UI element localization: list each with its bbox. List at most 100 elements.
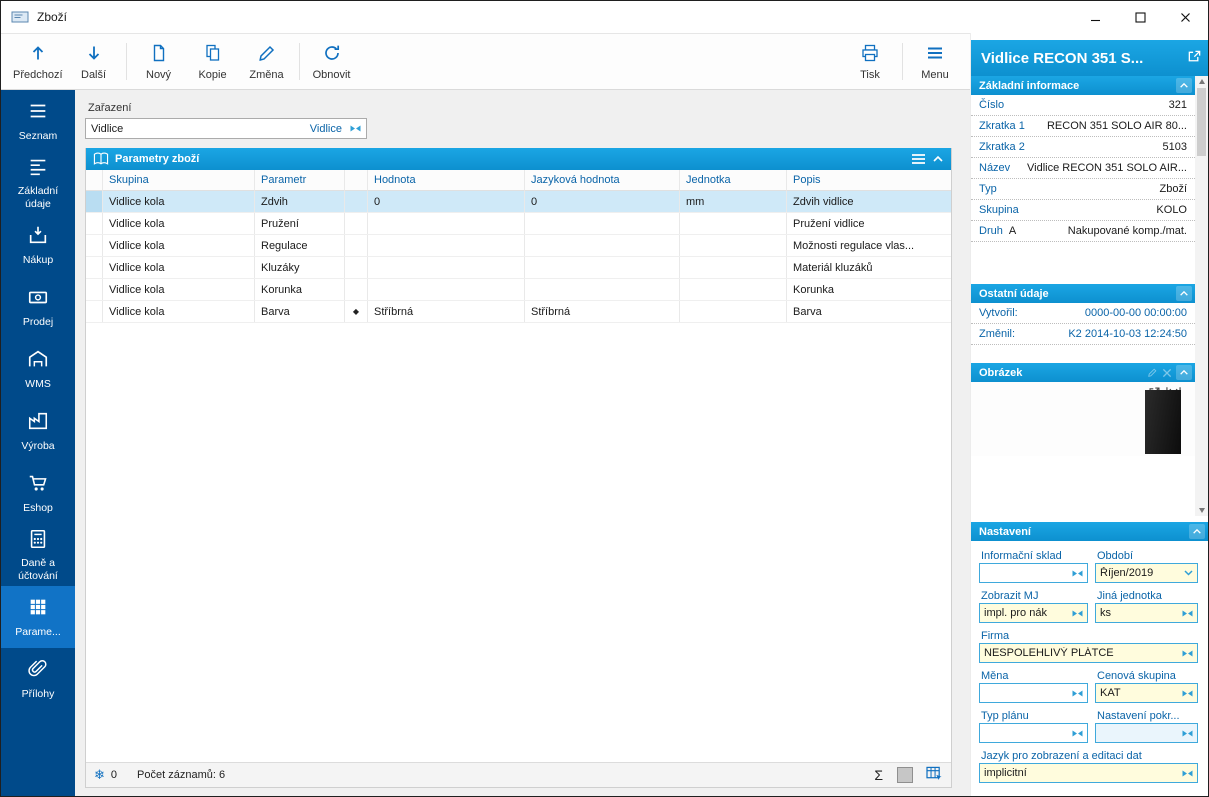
obdobi-select[interactable]: Říjen/2019: [1095, 563, 1198, 583]
table-header-jednotka[interactable]: Jednotka: [680, 170, 787, 191]
informacni-sklad-input[interactable]: [979, 563, 1088, 583]
table-header-popis[interactable]: Popis: [787, 170, 951, 191]
toolbar-button-label: Obnovit: [312, 68, 351, 81]
jazyk-input[interactable]: implicitní: [979, 763, 1198, 783]
vertical-scrollbar[interactable]: [1195, 76, 1208, 516]
sidebar-item-vyroba[interactable]: Výroba: [1, 400, 75, 462]
field-prefix: A: [1008, 225, 1017, 237]
print-button[interactable]: Tisk: [843, 34, 897, 89]
chevron-down-icon[interactable]: [1184, 570, 1193, 576]
table-header-marker[interactable]: [345, 170, 368, 191]
nastaveni-pokr-input[interactable]: [1095, 723, 1198, 743]
refresh-icon: [322, 43, 342, 66]
lookup-wings-icon[interactable]: [1182, 650, 1193, 657]
zarazeni-link[interactable]: Vidlice: [310, 123, 342, 135]
scrollbar-thumb[interactable]: [1197, 88, 1206, 156]
lookup-wings-icon[interactable]: [1182, 770, 1193, 777]
table-settings-icon[interactable]: [926, 766, 943, 784]
cell-hodnota: [368, 279, 525, 300]
table-row[interactable]: Vidlice kola Korunka Korunka: [86, 279, 951, 301]
sidebar-item-nakup[interactable]: Nákup: [1, 214, 75, 276]
cell-popis: Korunka: [793, 283, 834, 296]
sidebar-item-label: Eshop: [23, 501, 53, 514]
arrow-up-icon: [28, 43, 48, 66]
table-header-parametr[interactable]: Parametr: [255, 170, 345, 191]
section-header-nastaveni[interactable]: Nastavení: [971, 522, 1208, 541]
panel-menu-hamburger-icon[interactable]: [911, 153, 926, 165]
section-header-ostatni-udaje[interactable]: Ostatní údaje: [971, 284, 1195, 303]
color-indicator-button[interactable]: [897, 767, 913, 783]
scrollbar-down-arrow[interactable]: [1198, 508, 1205, 513]
copy-button[interactable]: Kopie: [186, 34, 240, 89]
toolbar-button-label: Tisk: [860, 68, 880, 81]
table-header-jazykova-hodnota[interactable]: Jazyková hodnota: [525, 170, 680, 191]
collapse-chevron-up-icon[interactable]: [1189, 524, 1205, 539]
parameters-panel-header[interactable]: Parametry zboží: [86, 148, 951, 170]
lookup-wings-icon[interactable]: [1072, 690, 1083, 697]
table-row[interactable]: Vidlice kola Kluzáky Materiál kluzáků: [86, 257, 951, 279]
section-title: Nastavení: [979, 525, 1031, 538]
input-value: KAT: [1100, 687, 1121, 699]
cell-marker: [345, 235, 368, 256]
cell-popis: Zdvih vidlice: [793, 195, 854, 208]
refresh-button[interactable]: Obnovit: [305, 34, 359, 89]
lookup-wings-icon[interactable]: [1072, 570, 1083, 577]
field-label: Zkratka 1: [979, 120, 1025, 132]
sidebar-item-parametry[interactable]: Parame...: [1, 586, 75, 648]
lookup-wings-icon[interactable]: [1072, 610, 1083, 617]
zobrazit-mj-label: Zobrazit MJ: [981, 590, 1039, 602]
collapse-chevron-up-icon[interactable]: [1176, 365, 1192, 380]
lookup-wings-icon[interactable]: [350, 125, 361, 132]
close-button[interactable]: [1163, 1, 1208, 33]
printer-icon: [860, 43, 880, 66]
open-in-window-icon[interactable]: [1187, 49, 1202, 68]
maximize-button[interactable]: [1118, 1, 1163, 33]
collapse-chevron-up-icon[interactable]: [1176, 286, 1192, 301]
table-header-hodnota[interactable]: Hodnota: [368, 170, 525, 191]
collapse-chevron-up-icon[interactable]: [1176, 78, 1192, 93]
sidebar-item-prodej[interactable]: Prodej: [1, 276, 75, 338]
table-row[interactable]: Vidlice kola Zdvih 0 0 mm Zdvih vidlice: [86, 191, 951, 213]
table-row[interactable]: Vidlice kola Barva ◆ Stříbrná Stříbrná B…: [86, 301, 951, 323]
menu-button[interactable]: Menu: [908, 34, 962, 89]
zarazeni-input[interactable]: Vidlice Vidlice: [85, 118, 367, 139]
change-button[interactable]: Změna: [240, 34, 294, 89]
field-value: KOLO: [1156, 204, 1187, 216]
input-value: implicitní: [984, 767, 1027, 779]
firma-input[interactable]: NESPOLEHLIVÝ PLÁTCE: [979, 643, 1198, 663]
table-row[interactable]: Vidlice kola Regulace Možnosti regulace …: [86, 235, 951, 257]
lookup-wings-icon[interactable]: [1072, 730, 1083, 737]
cell-hodnota: [368, 213, 525, 234]
sidebar-item-seznam[interactable]: Seznam: [1, 90, 75, 152]
next-record-button[interactable]: Další: [67, 34, 121, 89]
input-value: NESPOLEHLIVÝ PLÁTCE: [984, 647, 1114, 659]
sidebar-item-label: WMS: [25, 377, 51, 390]
scrollbar-up-arrow[interactable]: [1198, 79, 1205, 84]
sum-sigma-button[interactable]: Σ: [874, 767, 883, 783]
lookup-wings-icon[interactable]: [1182, 610, 1193, 617]
panel-collapse-chevron-up-icon[interactable]: [932, 155, 944, 163]
sidebar-item-dane-a-uctovani[interactable]: Daně a účtování: [1, 524, 75, 586]
right-panel: Vidlice RECON 351 S... Základní informac…: [970, 33, 1208, 796]
section-header-zakladni-informace[interactable]: Základní informace: [971, 76, 1195, 95]
typ-planu-input[interactable]: [979, 723, 1088, 743]
section-header-obrazek[interactable]: Obrázek: [971, 363, 1195, 382]
sidebar-item-wms[interactable]: WMS: [1, 338, 75, 400]
minimize-button[interactable]: [1073, 1, 1118, 33]
sidebar-item-prilohy[interactable]: Přílohy: [1, 648, 75, 710]
sidebar-item-zakladni-udaje[interactable]: Základní údaje: [1, 152, 75, 214]
previous-record-button[interactable]: Předchozí: [9, 34, 67, 89]
mena-input[interactable]: [979, 683, 1088, 703]
new-button[interactable]: Nový: [132, 34, 186, 89]
lookup-wings-icon[interactable]: [1182, 690, 1193, 697]
zobrazit-mj-input[interactable]: impl. pro nák: [979, 603, 1088, 623]
cell-parametr: Korunka: [255, 279, 345, 300]
cenova-skupina-input[interactable]: KAT: [1095, 683, 1198, 703]
cell-parametr: Kluzáky: [255, 257, 345, 278]
table-row[interactable]: Vidlice kola Pružení Pružení vidlice: [86, 213, 951, 235]
lookup-wings-icon[interactable]: [1182, 730, 1193, 737]
table-header-skupina[interactable]: Skupina: [103, 170, 255, 191]
jina-jednotka-input[interactable]: ks: [1095, 603, 1198, 623]
sidebar-item-eshop[interactable]: Eshop: [1, 462, 75, 524]
field-row-zkratka-2: Zkratka 2 5103: [971, 137, 1195, 158]
